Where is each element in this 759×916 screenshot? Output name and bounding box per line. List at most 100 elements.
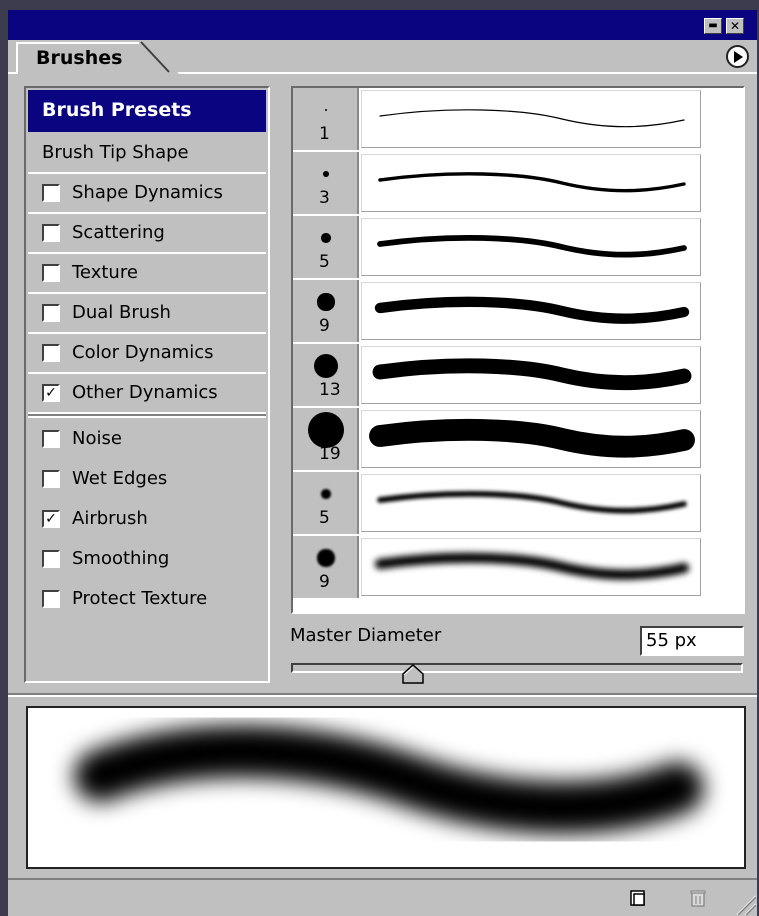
option-wet-edges-label: Wet Edges bbox=[72, 468, 168, 489]
tab-row: Brushes bbox=[8, 40, 757, 74]
option-brush-tip-shape-label: Brush Tip Shape bbox=[42, 142, 189, 163]
option-protect-texture-checkbox[interactable] bbox=[42, 590, 60, 608]
option-wet-edges[interactable]: Wet Edges bbox=[28, 460, 266, 500]
brush-preset-stroke bbox=[361, 410, 701, 468]
close-button[interactable]: ✕ bbox=[726, 18, 744, 34]
tab-brushes-label: Brushes bbox=[36, 47, 123, 69]
brush-tip-dot bbox=[317, 293, 335, 311]
brush-stroke-sample bbox=[377, 490, 687, 514]
option-dual-brush-label: Dual Brush bbox=[72, 302, 171, 323]
master-diameter-label: Master Diameter bbox=[290, 625, 442, 646]
palette-title-bar[interactable] bbox=[8, 10, 757, 40]
brush-preset-thumbnail: 5 bbox=[293, 472, 359, 534]
brush-preset-stroke bbox=[361, 474, 701, 532]
option-shape-dynamics-checkbox[interactable] bbox=[42, 184, 60, 202]
option-color-dynamics[interactable]: Color Dynamics bbox=[28, 334, 266, 374]
brush-preset-items: 1 3 5 9 13 19 5 9 bbox=[293, 88, 705, 612]
option-texture-label: Texture bbox=[72, 262, 138, 283]
brush-preset-size: 13 bbox=[319, 380, 341, 400]
option-scattering-label: Scattering bbox=[72, 222, 165, 243]
brush-preset[interactable]: 3 bbox=[293, 152, 705, 216]
option-shape-dynamics-label: Shape Dynamics bbox=[72, 182, 223, 203]
resize-grip-icon[interactable] bbox=[727, 886, 757, 916]
option-airbrush-checkbox[interactable]: ✓ bbox=[42, 510, 60, 528]
option-smoothing-label: Smoothing bbox=[72, 548, 170, 569]
window-frame-top bbox=[0, 0, 759, 10]
brush-options-list: Brush Presets Brush Tip Shape Shape Dyna… bbox=[24, 86, 270, 683]
brush-stroke-sample bbox=[377, 234, 687, 258]
trash-icon[interactable] bbox=[688, 888, 708, 908]
stroke-preview bbox=[26, 706, 746, 869]
brush-preset[interactable]: 9 bbox=[293, 536, 705, 600]
brush-stroke-sample bbox=[374, 552, 690, 580]
option-color-dynamics-checkbox[interactable] bbox=[42, 344, 60, 362]
option-noise-label: Noise bbox=[72, 428, 122, 449]
palette-bottom-bar bbox=[8, 878, 757, 916]
brush-preset[interactable]: 13 bbox=[293, 344, 705, 408]
option-other-dynamics[interactable]: ✓ Other Dynamics bbox=[28, 374, 266, 414]
option-shape-dynamics[interactable]: Shape Dynamics bbox=[28, 174, 266, 214]
brush-stroke-sample bbox=[378, 172, 686, 193]
brush-preset-thumbnail: 9 bbox=[293, 280, 359, 342]
master-diameter-field[interactable]: 55 px bbox=[640, 626, 744, 656]
option-noise-checkbox[interactable] bbox=[42, 430, 60, 448]
new-preset-icon[interactable] bbox=[628, 888, 648, 908]
option-scattering-checkbox[interactable] bbox=[42, 224, 60, 242]
brush-preset[interactable]: 9 bbox=[293, 280, 705, 344]
brush-stroke-sample bbox=[369, 418, 695, 458]
option-dual-brush[interactable]: Dual Brush bbox=[28, 294, 266, 334]
brush-preset-stroke bbox=[361, 218, 701, 276]
option-protect-texture[interactable]: Protect Texture bbox=[28, 580, 266, 620]
option-dual-brush-checkbox[interactable] bbox=[42, 304, 60, 322]
option-texture-checkbox[interactable] bbox=[42, 264, 60, 282]
brush-preset-list: 1 3 5 9 13 19 5 9 bbox=[291, 86, 745, 614]
brush-tip-dot bbox=[313, 353, 339, 379]
brush-preset-size: 19 bbox=[319, 444, 341, 464]
option-other-dynamics-label: Other Dynamics bbox=[72, 382, 218, 403]
stroke-preview-graphic bbox=[74, 725, 704, 834]
option-smoothing[interactable]: Smoothing bbox=[28, 540, 266, 580]
option-texture[interactable]: Texture bbox=[28, 254, 266, 294]
option-wet-edges-checkbox[interactable] bbox=[42, 470, 60, 488]
tab-brushes[interactable]: Brushes bbox=[16, 42, 141, 74]
brush-preset-size: 3 bbox=[319, 188, 330, 208]
option-brush-presets[interactable]: Brush Presets bbox=[28, 90, 266, 132]
close-icon: ✕ bbox=[729, 19, 741, 33]
brush-tip-dot bbox=[321, 489, 331, 499]
brush-stroke-sample bbox=[374, 296, 690, 324]
circle-arrow-right-icon bbox=[733, 50, 743, 63]
option-protect-texture-label: Protect Texture bbox=[72, 588, 208, 609]
brush-preset-size: 9 bbox=[319, 316, 330, 336]
minimize-button[interactable]: ▬ bbox=[704, 18, 722, 34]
brush-preset-thumbnail: 5 bbox=[293, 216, 359, 278]
minimize-icon: ▬ bbox=[708, 20, 718, 31]
brush-preset[interactable]: 19 bbox=[293, 408, 705, 472]
brush-preset[interactable]: 5 bbox=[293, 472, 705, 536]
option-noise[interactable]: Noise bbox=[28, 420, 266, 460]
brush-preset-thumbnail: 9 bbox=[293, 536, 359, 598]
option-brush-tip-shape[interactable]: Brush Tip Shape bbox=[28, 134, 266, 174]
option-smoothing-checkbox[interactable] bbox=[42, 550, 60, 568]
options-divider bbox=[28, 414, 266, 418]
option-airbrush[interactable]: ✓ Airbrush bbox=[28, 500, 266, 540]
option-other-dynamics-checkbox[interactable]: ✓ bbox=[42, 384, 60, 402]
master-diameter-slider-track[interactable] bbox=[291, 663, 743, 673]
brush-preset-stroke bbox=[361, 154, 701, 212]
brush-preset-size: 5 bbox=[319, 508, 330, 528]
brush-preset-size: 9 bbox=[319, 572, 330, 592]
option-color-dynamics-label: Color Dynamics bbox=[72, 342, 214, 363]
preview-divider bbox=[8, 693, 757, 697]
option-brush-presets-label: Brush Presets bbox=[42, 99, 192, 121]
brush-preset-thumbnail: 1 bbox=[293, 88, 359, 150]
master-diameter-slider-thumb[interactable] bbox=[402, 664, 424, 684]
brush-preset-thumbnail: 19 bbox=[293, 408, 359, 470]
brush-tip-dot bbox=[325, 109, 327, 111]
brush-tip-dot bbox=[323, 171, 329, 177]
brush-tip-dot bbox=[307, 411, 345, 449]
window-frame-left bbox=[0, 0, 8, 916]
option-scattering[interactable]: Scattering bbox=[28, 214, 266, 254]
brush-preset-thumbnail: 3 bbox=[293, 152, 359, 214]
brush-preset[interactable]: 1 bbox=[293, 88, 705, 152]
palette-menu-button[interactable] bbox=[726, 45, 749, 68]
brush-preset[interactable]: 5 bbox=[293, 216, 705, 280]
